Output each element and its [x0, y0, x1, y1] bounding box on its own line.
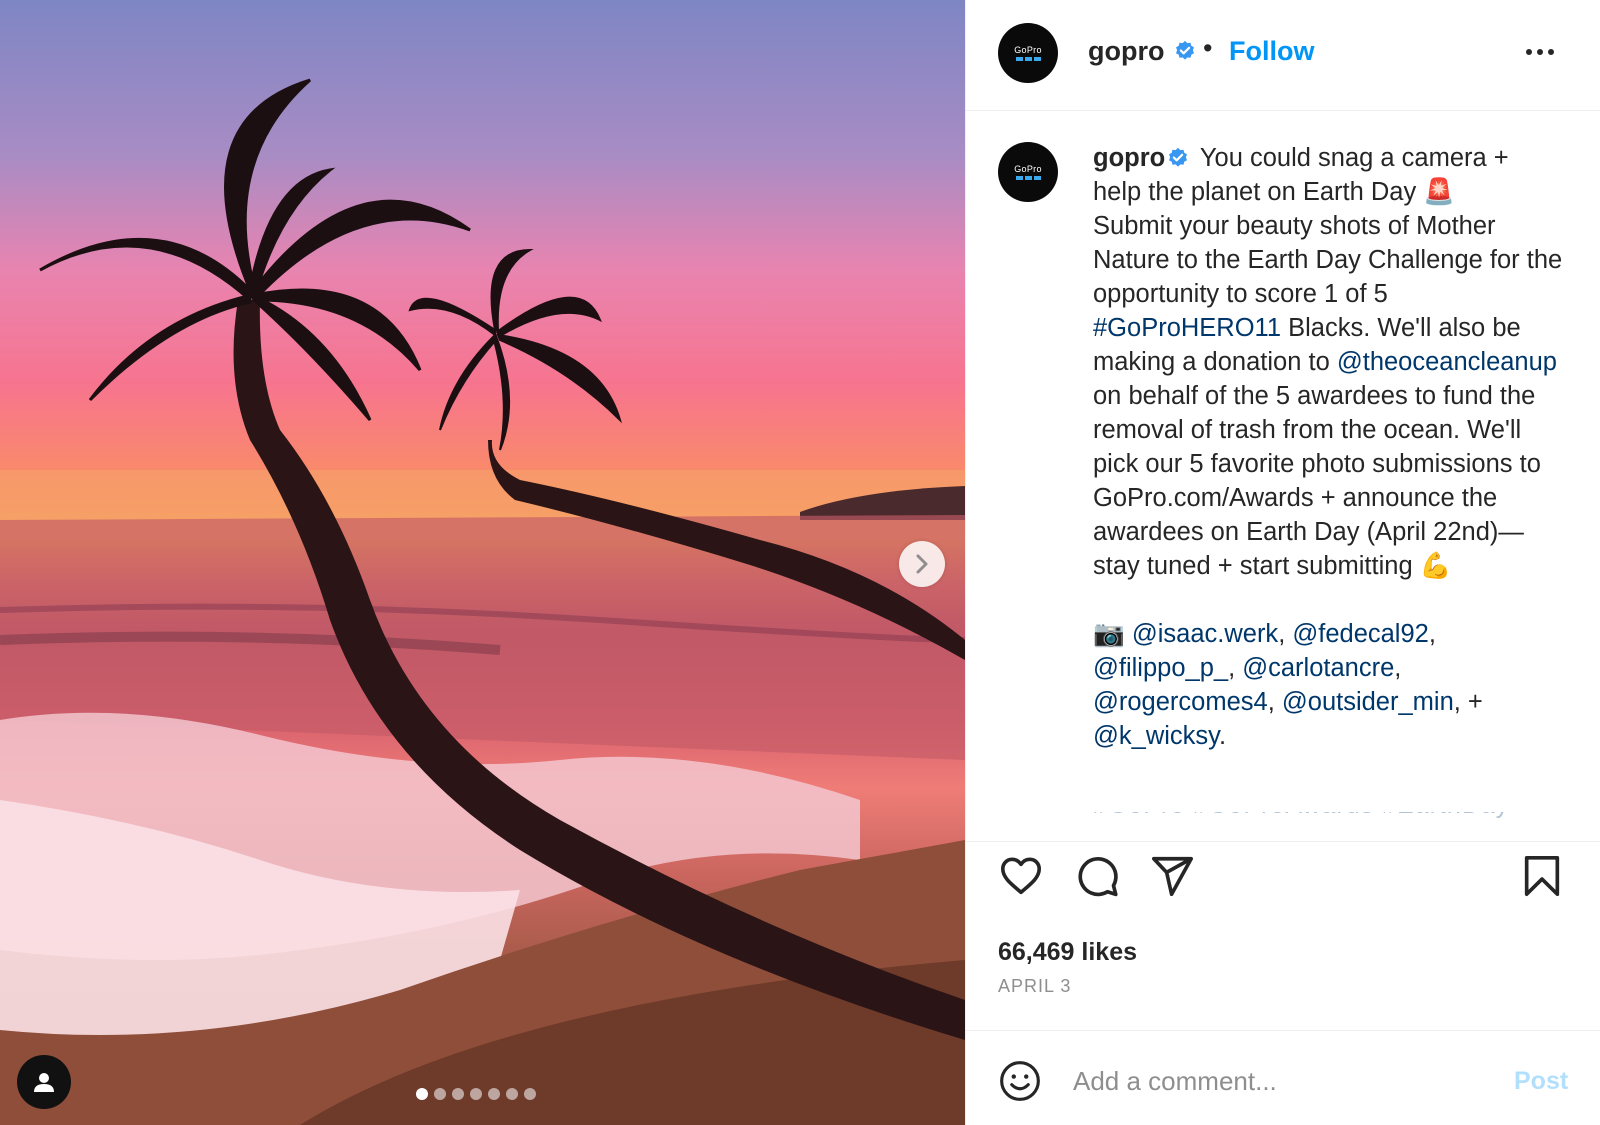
gopro-logo-icon	[1015, 175, 1041, 180]
palm-beach-sunset-image	[0, 78, 965, 1125]
tagged-users-button[interactable]	[17, 1055, 71, 1109]
post-photo[interactable]	[0, 0, 965, 1125]
gopro-logo-icon	[1015, 56, 1041, 61]
more-options-button[interactable]	[1526, 42, 1560, 62]
follow-button[interactable]: Follow	[1229, 36, 1314, 67]
post-comment-button[interactable]: Post	[1514, 1067, 1568, 1096]
comment-input[interactable]	[1073, 1061, 1473, 1101]
caption-text-part: ,	[1394, 654, 1402, 682]
bookmark-icon[interactable]	[1519, 853, 1565, 899]
share-icon[interactable]	[1149, 853, 1195, 899]
author-username[interactable]: gopro	[1088, 36, 1164, 67]
heart-icon[interactable]	[998, 853, 1044, 899]
post-sidebar: GoPro gopro • Follow GoPro gopro You cou…	[965, 0, 1600, 1125]
mention-link[interactable]: @carlotancre	[1242, 654, 1394, 682]
next-slide-button[interactable]	[899, 541, 945, 587]
user-tag-icon	[34, 1073, 54, 1092]
caption-section[interactable]: GoPro gopro You could snag a camera + he…	[966, 112, 1600, 842]
caption-text-part: on behalf of the 5 awardees to fund the …	[1093, 382, 1541, 648]
comment-icon[interactable]	[1074, 853, 1120, 899]
caption-text-part: ,	[1228, 654, 1243, 682]
hashtag-link[interactable]: #GoProHERO11	[1093, 314, 1281, 342]
truncated-hashtags: #GoPro #GoProAwards #EarthDay	[1093, 812, 1563, 824]
truncated-hashtags-text: #GoPro #GoProAwards #EarthDay	[1093, 812, 1563, 820]
carousel-dot	[506, 1088, 518, 1100]
avatar-logo-text: GoPro	[1014, 44, 1042, 55]
caption-text-part: ,	[1267, 688, 1282, 716]
verified-badge-icon	[1169, 147, 1188, 167]
caption-text-part: ,	[1278, 620, 1293, 648]
like-count[interactable]: 66,469 likes	[998, 938, 1137, 967]
mention-link[interactable]: @outsider_min	[1282, 688, 1454, 716]
mention-link[interactable]: @fedecal92	[1292, 620, 1428, 648]
mention-link[interactable]: @k_wicksy	[1093, 722, 1219, 750]
emoji-icon[interactable]	[998, 1059, 1042, 1103]
caption-username[interactable]: gopro	[1093, 144, 1165, 172]
carousel-dot	[452, 1088, 464, 1100]
comment-form: Post	[966, 1030, 1600, 1125]
caption-text-part: ,	[1428, 620, 1436, 648]
post-date[interactable]: APRIL 3	[998, 976, 1071, 997]
mention-link[interactable]: @isaac.werk	[1132, 620, 1278, 648]
mention-link[interactable]: @theoceancleanup	[1337, 348, 1557, 376]
carousel-dot	[416, 1088, 428, 1100]
more-dots-icon	[1526, 49, 1532, 55]
chevron-right-icon	[916, 554, 928, 574]
post-actions: 66,469 likes APRIL 3	[966, 843, 1600, 1013]
mention-link[interactable]: @filippo_p_	[1093, 654, 1228, 682]
post-header: GoPro gopro • Follow	[966, 0, 1600, 111]
caption-text-part: .	[1219, 722, 1227, 750]
carousel-dot	[434, 1088, 446, 1100]
author-avatar[interactable]: GoPro	[998, 23, 1058, 83]
carousel-dot	[524, 1088, 536, 1100]
mention-link[interactable]: @rogercomes4	[1093, 688, 1268, 716]
carousel-indicator	[416, 1088, 536, 1100]
header-separator: •	[1203, 33, 1213, 63]
post-caption: gopro You could snag a camera + help the…	[1093, 141, 1563, 753]
verified-badge-icon	[1176, 40, 1194, 60]
carousel-dot	[488, 1088, 500, 1100]
caption-author-avatar[interactable]: GoPro	[998, 142, 1058, 202]
caption-text-part: , +	[1453, 688, 1483, 716]
carousel-dot	[470, 1088, 482, 1100]
avatar-logo-text: GoPro	[1014, 163, 1042, 174]
